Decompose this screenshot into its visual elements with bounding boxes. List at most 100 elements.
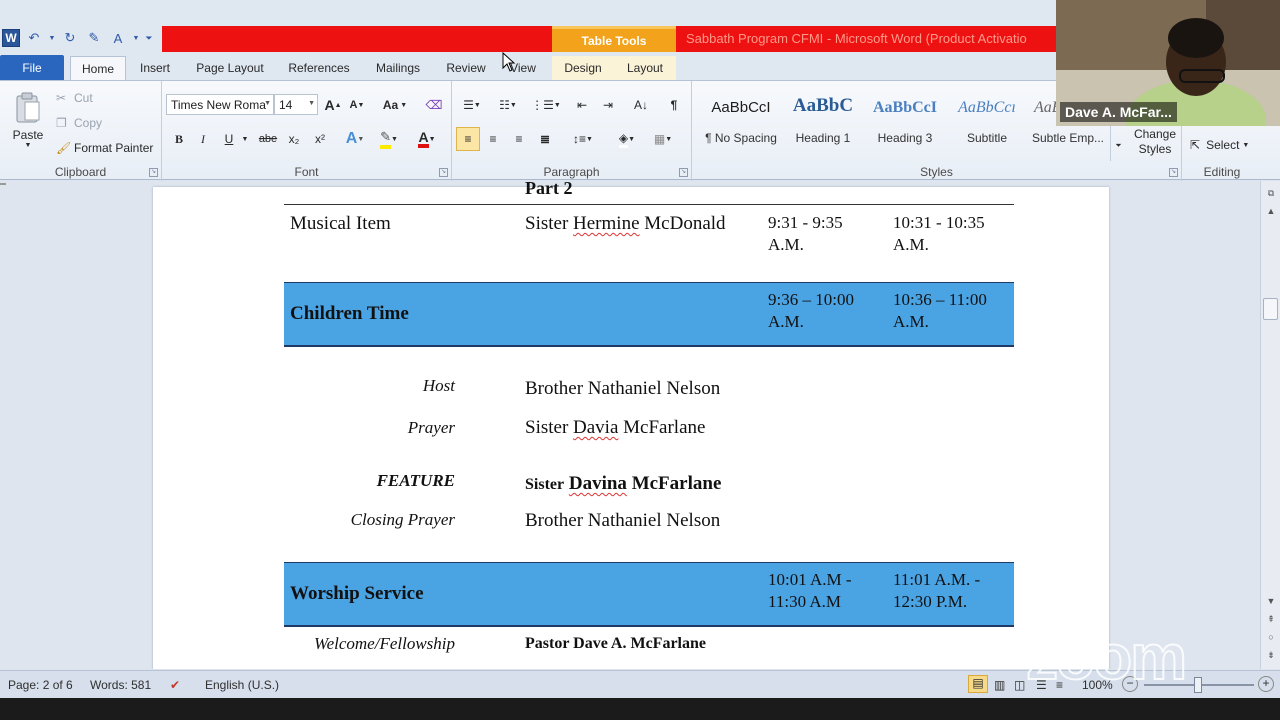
superscript-button[interactable]: x²	[310, 129, 330, 149]
style-subtitle[interactable]: AaBbCcı Subtitle	[946, 89, 1028, 153]
style-name: ¶ No Spacing	[705, 131, 777, 145]
tab-home[interactable]: Home	[70, 56, 126, 80]
change-styles-label: Change Styles	[1133, 127, 1177, 156]
next-page-icon[interactable]: ⇟	[1263, 647, 1279, 663]
tab-design[interactable]: Design	[552, 56, 614, 80]
change-case-button[interactable]: Aa ▼	[380, 95, 410, 115]
chevron-down-icon[interactable]: ▼	[240, 129, 250, 149]
table-rule	[284, 204, 1014, 205]
previous-page-icon[interactable]: ⇞	[1263, 611, 1279, 627]
scroll-down-icon[interactable]: ▼	[1263, 593, 1279, 609]
dropdown-arrow-icon[interactable]: ▼	[132, 28, 140, 48]
align-left-button[interactable]: ≡	[456, 127, 480, 151]
dialog-launcher-icon[interactable]: ↘	[149, 168, 158, 177]
print-layout-icon[interactable]: ▤	[968, 675, 988, 693]
text-effects-icon[interactable]: A	[108, 28, 128, 48]
copy-label: Copy	[74, 116, 103, 130]
increase-indent-icon[interactable]: ⇥	[598, 95, 618, 115]
line-spacing-button[interactable]: ↕≡ ▼	[568, 127, 598, 151]
tab-references[interactable]: References	[280, 56, 358, 80]
font-group-label: Font	[294, 165, 319, 179]
decrease-indent-icon[interactable]: ⇤	[572, 95, 592, 115]
subscript-button[interactable]: x₂	[284, 129, 304, 149]
tab-layout[interactable]: Layout	[614, 56, 676, 80]
grow-font-button[interactable]: A ▲	[324, 95, 342, 115]
edit-document-icon[interactable]: ✎	[84, 28, 104, 48]
customize-toolbar-icon[interactable]: ⏷	[144, 28, 154, 48]
font-name-combo[interactable]: Times New Roma ▼	[166, 94, 274, 115]
select-button[interactable]: ⇱ Select ▼	[1190, 135, 1249, 155]
participant-video[interactable]: Dave A. McFar...	[1056, 0, 1280, 126]
scroll-thumb[interactable]	[1263, 298, 1278, 320]
ruler-toggle-icon[interactable]: ⧉	[1263, 185, 1279, 201]
cut-button[interactable]: ✂ Cut	[56, 89, 93, 107]
style-name: Subtitle	[966, 131, 1008, 145]
tab-review[interactable]: Review	[438, 56, 494, 80]
word-app-icon[interactable]: W	[2, 29, 20, 47]
font-color-button[interactable]: A ▼	[412, 128, 442, 150]
dropdown-arrow-icon[interactable]: ▼	[48, 28, 56, 48]
dialog-launcher-icon[interactable]: ↘	[439, 168, 448, 177]
document-area[interactable]: Part 2 Musical Item Sister Hermine McDon…	[0, 181, 1260, 669]
style-heading-3[interactable]: AaBbCcI Heading 3	[864, 89, 946, 153]
numbered-list-icon: ☷	[499, 98, 510, 112]
text-effects-button[interactable]: A ▼	[342, 128, 368, 150]
feature-person: Sister Davina McFarlane	[525, 473, 721, 496]
justify-icon[interactable]: ≣	[534, 127, 556, 151]
multilevel-list-button[interactable]: ⋮☰ ▼	[531, 95, 561, 115]
font-size-combo[interactable]: 14 ▼	[274, 94, 318, 115]
tab-insert[interactable]: Insert	[130, 56, 180, 80]
prayer-person-title: Sister	[525, 417, 569, 438]
copy-button[interactable]: ❐ Copy	[56, 114, 102, 132]
worship-time-1b: 11:30 A.M	[768, 592, 842, 611]
worship-service-title: Worship Service	[290, 583, 424, 604]
strikethrough-button[interactable]: abe	[256, 129, 280, 149]
sort-icon[interactable]: A↓	[630, 95, 652, 115]
dialog-launcher-icon[interactable]: ↘	[679, 168, 688, 177]
paste-button[interactable]: Paste ▼	[6, 87, 50, 153]
style-heading-1[interactable]: AaBbC Heading 1	[782, 89, 864, 153]
align-right-icon[interactable]: ≡	[508, 127, 530, 151]
style-no-spacing[interactable]: AaBbCcI ¶ No Spacing	[700, 89, 782, 153]
proofing-icon[interactable]: ✔	[170, 678, 180, 692]
font-group: Times New Roma ▼ 14 ▼ A ▲ A ▼ Aa ▼ ⌫ B I U …	[162, 81, 452, 181]
tab-file[interactable]: File	[0, 55, 64, 80]
language-indicator[interactable]: English (U.S.)	[205, 678, 279, 692]
format-painter-button[interactable]: 🖌 Format Painter	[56, 139, 153, 157]
underline-button[interactable]: U	[220, 129, 238, 149]
borders-icon: ▦	[653, 132, 666, 146]
paint-bucket-icon: ◈	[618, 131, 629, 148]
browse-object-icon[interactable]: ○	[1263, 629, 1279, 645]
web-layout-icon[interactable]: ◫	[1014, 678, 1025, 692]
bold-button[interactable]: B	[170, 129, 188, 149]
redo-icon[interactable]: ↻	[60, 28, 80, 48]
tab-mailings[interactable]: Mailings	[364, 56, 432, 80]
prayer-label: Prayer	[407, 418, 455, 437]
more-styles-icon: ⏷	[1115, 141, 1122, 150]
font-color-icon: A	[418, 130, 429, 148]
page-indicator[interactable]: Page: 2 of 6	[8, 678, 73, 692]
chevron-down-icon: ▼	[1242, 141, 1250, 149]
shading-button[interactable]: ◈ ▼	[612, 127, 642, 151]
dialog-launcher-icon[interactable]: ↘	[1169, 168, 1178, 177]
scroll-up-icon[interactable]: ▲	[1263, 203, 1279, 219]
vertical-scrollbar[interactable]: ⧉ ▲ ▼ ⇞ ○ ⇟	[1260, 181, 1280, 669]
word-count[interactable]: Words: 581	[90, 678, 151, 692]
numbering-button[interactable]: ☷ ▼	[494, 95, 522, 115]
highlight-button[interactable]: ✎ ▼	[374, 128, 404, 150]
feature-person-title: Sister	[525, 476, 565, 493]
tab-page-layout[interactable]: Page Layout	[186, 56, 274, 80]
full-screen-reading-icon[interactable]: ▥	[994, 678, 1005, 692]
pilcrow-icon[interactable]: ¶	[664, 95, 684, 115]
document-page[interactable]: Part 2 Musical Item Sister Hermine McDon…	[153, 181, 1109, 669]
shrink-font-button[interactable]: A ▼	[348, 95, 366, 115]
align-center-icon[interactable]: ≡	[482, 127, 504, 151]
undo-icon[interactable]: ↶	[24, 28, 44, 48]
borders-button[interactable]: ▦ ▼	[648, 127, 678, 151]
change-styles-button[interactable]: Change Styles	[1130, 125, 1180, 159]
zoom-slider-thumb[interactable]	[1194, 677, 1202, 693]
clear-formatting-icon[interactable]: ⌫	[424, 95, 444, 115]
bullets-button[interactable]: ☰ ▼	[458, 95, 486, 115]
zoom-in-icon[interactable]: +	[1258, 676, 1274, 692]
italic-button[interactable]: I	[194, 129, 212, 149]
